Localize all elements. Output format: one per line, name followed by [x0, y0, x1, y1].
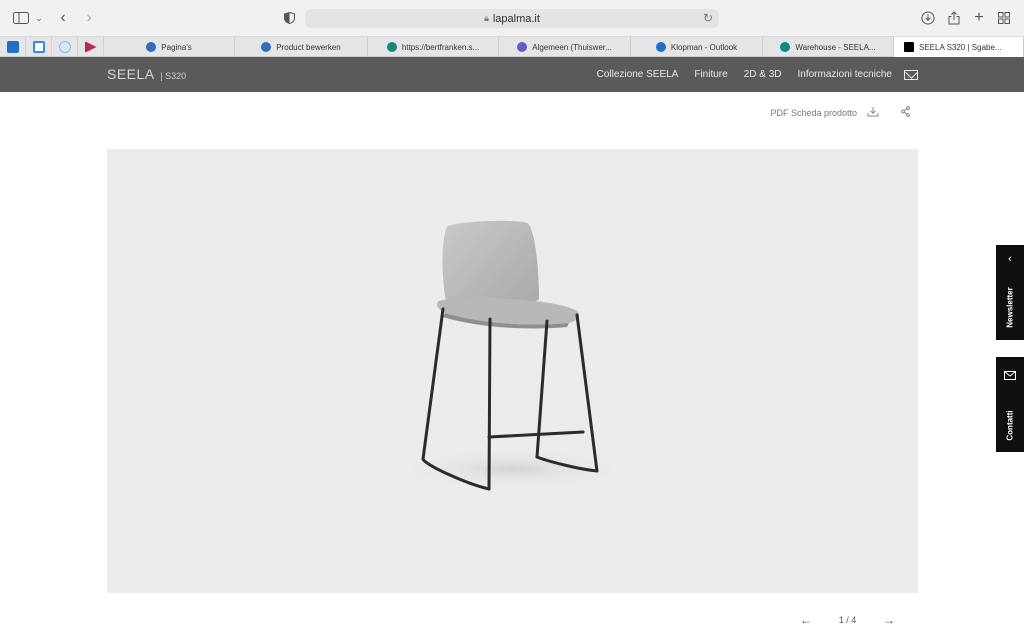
tab-seela-s320[interactable]: SEELA S320 | Sgabe... [894, 37, 1024, 57]
pinned-tab-outlook[interactable] [0, 37, 26, 57]
tab-label: SEELA S320 | Sgabe... [919, 42, 1002, 52]
nav-finiture[interactable]: Finiture [694, 69, 727, 80]
pdf-download-link[interactable]: PDF Scheda prodotto [770, 108, 857, 118]
address-bar[interactable]: 🔒︎ lapalma.it ↻ [305, 9, 719, 28]
prev-arrow-icon[interactable]: ← [800, 613, 812, 627]
download-icon[interactable] [920, 9, 936, 27]
chevron-down-icon[interactable]: ⌄ [34, 9, 44, 27]
reload-icon[interactable]: ↻ [703, 11, 713, 25]
privacy-shield-icon[interactable] [282, 9, 296, 27]
pinned-tab-react[interactable] [52, 37, 78, 57]
tab-label: Product bewerken [276, 42, 341, 52]
tab-label: Warehouse - SEELA... [795, 42, 876, 52]
chevron-left-icon: ‹ [1008, 253, 1012, 265]
site-header: SEELA | S320 Collezione SEELA Finiture 2… [0, 57, 1024, 92]
image-pager: ← 1 / 4 → [800, 613, 895, 627]
contacts-label: Contatti [1005, 410, 1015, 441]
tab-label: https://bertfranken.s... [401, 42, 480, 52]
calendar-icon [32, 41, 45, 53]
outlook-icon [6, 41, 19, 53]
wordpress-icon [146, 42, 157, 52]
lock-icon: 🔒︎ [484, 13, 489, 23]
newsletter-label: Newsletter [1005, 287, 1015, 328]
tab-label: Klopman - Outlook [670, 42, 738, 52]
mail-icon [1004, 367, 1016, 385]
forward-icon[interactable]: › [82, 9, 96, 27]
nav-collezione[interactable]: Collezione SEELA [597, 69, 679, 80]
tab-klopman-outlook[interactable]: Klopman - Outlook [631, 37, 763, 57]
share-icon[interactable] [901, 106, 910, 120]
sharepoint-icon [780, 42, 791, 52]
tab-product-bewerken[interactable]: Product bewerken [235, 37, 368, 57]
tab-warehouse[interactable]: Warehouse - SEELA... [763, 37, 894, 57]
next-arrow-icon[interactable]: → [883, 613, 895, 627]
utility-row: PDF Scheda prodotto [770, 106, 910, 120]
wordpress-icon [261, 42, 272, 52]
sidebar-toggle-icon[interactable] [12, 9, 30, 27]
lapalma-icon [904, 42, 914, 52]
sharepoint-icon [386, 42, 397, 52]
main-nav: Collezione SEELA Finiture 2D & 3D Inform… [597, 57, 918, 92]
page-indicator: 1 / 4 [838, 615, 857, 625]
download-icon[interactable] [867, 106, 879, 120]
address-url: lapalma.it [492, 12, 540, 25]
mail-icon[interactable] [904, 69, 918, 80]
brand-name: SEELA [107, 66, 154, 82]
tab-bertfranken[interactable]: https://bertfranken.s... [368, 37, 499, 57]
stool-image [392, 220, 632, 491]
new-tab-icon[interactable]: + [972, 9, 986, 27]
browser-toolbar: ⌄ ‹ › 🔒︎ lapalma.it ↻ + [0, 0, 1024, 37]
brand-model: | S320 [160, 71, 187, 81]
tab-bar: Pagina's Product bewerken https://bertfr… [0, 37, 1024, 57]
nav-2d-3d[interactable]: 2D & 3D [744, 69, 782, 80]
tab-overview-icon[interactable] [997, 9, 1011, 27]
react-icon [58, 41, 71, 53]
pinned-tab-media[interactable] [78, 37, 104, 57]
nav-informazioni-tecniche[interactable]: Informazioni tecniche [798, 69, 893, 80]
teams-icon [517, 42, 528, 52]
share-icon[interactable] [946, 9, 962, 27]
tab-algemeen[interactable]: Algemeen (Thuiswer... [499, 37, 631, 57]
product-brand[interactable]: SEELA | S320 [107, 66, 186, 82]
tab-label: Pagina's [161, 42, 192, 52]
pinned-tab-calendar[interactable] [26, 37, 52, 57]
outlook-icon [655, 42, 666, 52]
contacts-tab[interactable]: Contatti [996, 357, 1024, 452]
back-icon[interactable]: ‹ [56, 9, 70, 27]
newsletter-tab[interactable]: ‹ Newsletter [996, 245, 1024, 340]
product-image-stage[interactable] [107, 149, 918, 593]
tab-paginas[interactable]: Pagina's [104, 37, 235, 57]
tab-label: Algemeen (Thuiswer... [532, 42, 612, 52]
media-icon [84, 41, 97, 53]
